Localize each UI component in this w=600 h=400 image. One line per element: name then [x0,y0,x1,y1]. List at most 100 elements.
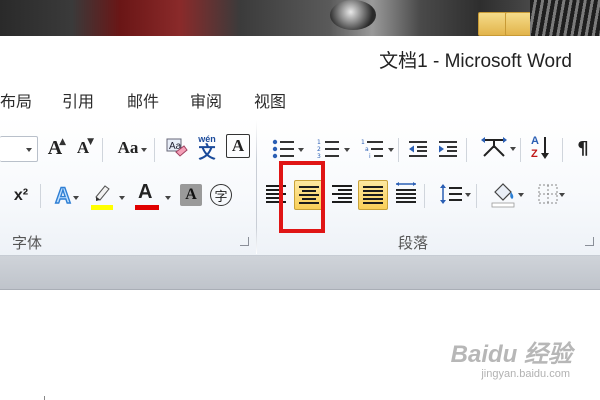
clear-formatting-button[interactable]: Aa [162,134,190,162]
superscript-icon: x² [13,187,29,204]
folder-icon [478,12,508,36]
borders-button[interactable] [528,180,568,208]
numbering-button[interactable]: 1 2 3 [308,136,350,162]
sort-button[interactable]: A Z [526,132,556,164]
text-direction-button[interactable] [472,134,516,162]
text-cursor [44,396,45,400]
highlight-color-button[interactable] [88,180,125,212]
char-border-button[interactable]: A [226,134,250,158]
chevron-down-icon [165,196,171,200]
chevron-down-icon [518,193,524,197]
chevron-down-icon [73,196,79,200]
divider [520,138,521,162]
multilevel-list-button[interactable]: 1 a i [352,136,394,162]
desktop-decoration [530,0,600,36]
svg-text:1: 1 [317,139,321,146]
shrink-font-button[interactable]: A ▼ [70,134,96,162]
chevron-down-icon [141,148,147,152]
phonetic-guide-char: 文 [198,143,216,163]
divider [476,184,477,208]
svg-text:2: 2 [317,146,321,153]
superscript-button[interactable]: x² [6,182,36,210]
ribbon-tabs: 布局 引用 邮件 审阅 视图 [0,80,600,116]
svg-text:1: 1 [361,139,365,146]
group-divider [256,120,257,254]
enclose-char-button[interactable]: 字 [208,182,234,208]
chevron-down-icon [344,148,350,152]
sort-icon-a: A [531,135,539,147]
tab-view[interactable]: 视图 [254,88,286,112]
caret-down-icon: ▼ [87,137,94,147]
chevron-down-icon [26,148,32,152]
chevron-down-icon [559,193,565,197]
chevron-down-icon [388,148,394,152]
show-marks-icon: ¶ [577,137,589,159]
divider [398,138,399,162]
chevron-down-icon [465,193,471,197]
chevron-down-icon [510,147,516,151]
title-bar: 文档1 - Microsoft Word [0,36,600,80]
shading-button[interactable] [482,178,524,210]
change-case-icon: Aa [117,138,139,157]
paragraph-group-label: 段落 [398,234,429,252]
bullets-button[interactable] [264,136,304,162]
borders-icon [538,184,558,204]
justify-button[interactable] [358,180,388,210]
divider [466,138,467,162]
divider [424,184,425,208]
divider [40,184,41,208]
font-color-icon: A [138,181,153,203]
desktop-decoration [330,0,376,30]
annotation-highlight-box [279,161,325,233]
distributed-button[interactable] [392,178,420,210]
font-size-field[interactable] [0,136,38,162]
paragraph-dialog-launcher[interactable] [585,237,594,246]
svg-text:a: a [365,146,369,153]
tab-references[interactable]: 引用 [62,88,94,112]
highlight-color-swatch [91,205,113,210]
show-marks-button[interactable]: ¶ [570,134,596,162]
highlighter-icon [95,185,110,201]
window-title: 文档1 - Microsoft Word [379,51,572,72]
tab-layout[interactable]: 布局 [0,88,32,112]
change-case-button[interactable]: Aa [108,134,148,162]
paint-bucket-icon [491,183,515,208]
caret-up-icon: ▲ [59,137,66,147]
decrease-indent-button[interactable] [404,136,432,162]
char-shading-button[interactable]: A [180,184,202,206]
font-dialog-launcher[interactable] [240,237,249,246]
chevron-down-icon [298,148,304,152]
chevron-down-icon [119,196,125,200]
enclose-char-icon: 字 [210,184,232,206]
arrow-down-icon [541,153,549,159]
divider [102,138,103,162]
tab-review[interactable]: 审阅 [190,88,222,112]
tab-mailings[interactable]: 邮件 [127,88,159,112]
svg-text:i: i [369,153,371,160]
watermark-url: jingyan.baidu.com [481,368,570,380]
grow-font-button[interactable]: A ▲ [42,134,68,162]
align-right-button[interactable] [328,180,356,208]
desktop-background [0,0,600,36]
text-direction-icon [481,137,507,157]
divider [154,138,155,162]
char-border-icon: A [231,136,245,155]
line-spacing-icon [440,184,462,204]
watermark-brand: Baidu 经验 [450,341,572,368]
increase-indent-button[interactable] [434,136,462,162]
numbering-icon: 1 2 3 [317,139,339,160]
clear-formatting-icon: Aa [166,138,188,157]
font-color-button[interactable]: A [130,180,171,212]
increase-indent-icon [439,141,457,157]
phonetic-guide-button[interactable]: wén 文 [192,132,222,164]
decrease-indent-icon [409,141,427,157]
justify-icon [363,186,383,204]
text-effects-icon: A [54,182,71,208]
font-color-swatch [135,205,159,210]
line-spacing-button[interactable] [430,180,472,208]
divider [562,138,563,162]
multilevel-list-icon: 1 a i [361,139,383,160]
text-effects-button[interactable]: A [46,180,80,212]
align-right-icon [332,185,352,203]
font-group-label: 字体 [12,234,43,252]
